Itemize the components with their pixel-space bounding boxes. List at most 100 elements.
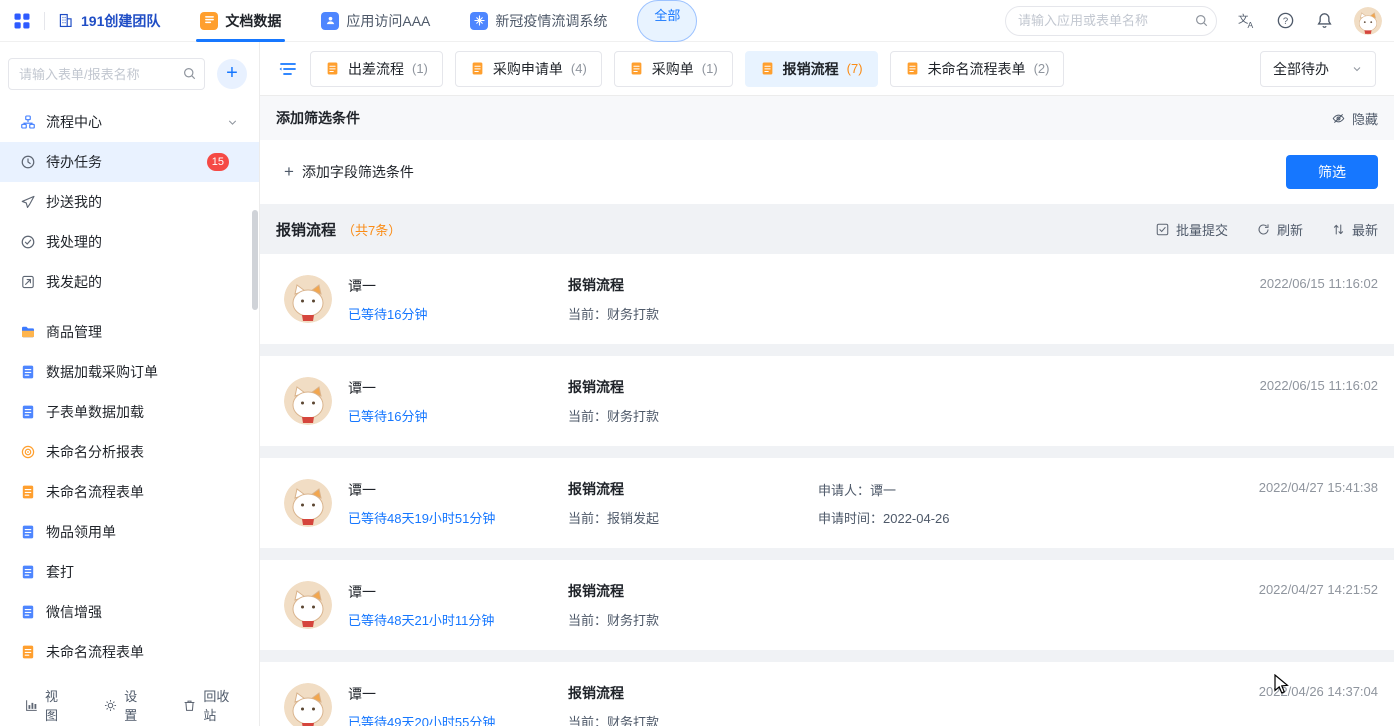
sidebar-item-print-template[interactable]: 套打 xyxy=(0,552,259,592)
top-tab-covid-system[interactable]: 新冠疫情流调系统 xyxy=(450,0,627,42)
recycle-bin-button[interactable]: 回收站 xyxy=(182,686,235,724)
sidebar-item-cc-to-me[interactable]: 抄送我的 xyxy=(0,182,259,222)
waiting-duration: 已等待48天19小时51分钟 xyxy=(348,508,568,527)
sidebar-item-unnamed-analysis-report[interactable]: 未命名分析报表 xyxy=(0,432,259,472)
applicant-name: 谭一 xyxy=(348,378,568,398)
flow-doc-icon xyxy=(629,61,644,76)
extra-apply-time: 申请时间：2022-04-26 xyxy=(818,508,950,527)
sidebar-item-unnamed-flow-form-2[interactable]: 未命名流程表单 xyxy=(0,632,259,672)
form-doc-icon xyxy=(20,524,36,540)
filter-section-header: 添加筛选条件 隐藏 xyxy=(260,96,1394,140)
sidebar-item-label: 数据加载采购订单 xyxy=(46,362,158,382)
sidebar-item-wechat-enhance[interactable]: 微信增强 xyxy=(0,592,259,632)
sidebar-item-goods-management[interactable]: 商品管理 xyxy=(0,312,259,352)
sidebar-group-flow-center[interactable]: 流程中心 xyxy=(0,102,259,142)
form-doc-icon xyxy=(20,604,36,620)
sidebar-scrollbar[interactable] xyxy=(252,210,258,310)
footer-label: 设置 xyxy=(124,686,144,724)
footer-label: 视图 xyxy=(45,686,65,724)
org-chart-icon xyxy=(20,114,36,130)
settings-button[interactable]: 设置 xyxy=(103,686,144,724)
avatar xyxy=(284,479,332,527)
flow-doc-icon xyxy=(905,61,920,76)
chevron-down-icon xyxy=(226,116,239,129)
trash-icon xyxy=(182,698,197,713)
flow-doc-icon xyxy=(20,644,36,660)
tab-purchase-order[interactable]: 采购单 (1) xyxy=(614,51,733,87)
add-filter-field-button[interactable]: + 添加字段筛选条件 xyxy=(284,162,414,182)
tab-business-trip-flow[interactable]: 出差流程 (1) xyxy=(310,51,443,87)
apply-filter-button[interactable]: 筛选 xyxy=(1286,155,1378,189)
refresh-icon xyxy=(1256,222,1271,237)
sidebar-item-handled-by-me[interactable]: 我处理的 xyxy=(0,222,259,262)
checkbox-icon xyxy=(1155,222,1170,237)
translate-icon[interactable]: 文A xyxy=(1237,11,1256,30)
sidebar-item-label: 商品管理 xyxy=(46,322,102,342)
tab-unnamed-flow-form[interactable]: 未命名流程表单 (2) xyxy=(890,51,1065,87)
team-switcher[interactable]: 191创建团队 xyxy=(57,11,160,31)
all-apps-pill[interactable]: 全部 xyxy=(637,0,697,42)
refresh-label: 刷新 xyxy=(1277,220,1303,239)
sidebar-item-label: 未命名分析报表 xyxy=(46,442,144,462)
help-icon[interactable]: ? xyxy=(1276,11,1295,30)
user-avatar[interactable] xyxy=(1354,7,1382,35)
flow-doc-icon xyxy=(325,61,340,76)
gear-icon xyxy=(103,698,118,713)
refresh-button[interactable]: 刷新 xyxy=(1256,220,1303,239)
sidebar-item-label: 我处理的 xyxy=(46,232,102,252)
sidebar: + 流程中心 待办任务 15 抄送我的 我处理的 我发起的 商品管理 数据加载采… xyxy=(0,42,260,726)
top-tab-label: 应用访问AAA xyxy=(346,11,430,31)
current-node: 当前：财务打款 xyxy=(568,406,818,425)
form-doc-icon xyxy=(20,404,36,420)
doc-data-app-icon xyxy=(200,12,218,30)
flow-title: 报销流程 xyxy=(568,377,818,397)
notification-bell-icon[interactable] xyxy=(1315,11,1334,30)
task-card[interactable]: 谭一 已等待49天20小时55分钟 报销流程 当前：财务打款 2022/04/2… xyxy=(260,662,1394,726)
sort-newest-label: 最新 xyxy=(1352,220,1378,239)
applicant-name: 谭一 xyxy=(348,684,568,704)
sort-newest-button[interactable]: 最新 xyxy=(1331,220,1378,239)
flow-title: 报销流程 xyxy=(568,683,818,703)
sidebar-search-input[interactable] xyxy=(8,58,205,90)
waiting-duration: 已等待48天21小时11分钟 xyxy=(348,610,568,629)
filter-panel: + 添加字段筛选条件 筛选 xyxy=(260,140,1394,204)
svg-text:?: ? xyxy=(1283,16,1288,27)
sidebar-item-todo-tasks[interactable]: 待办任务 15 xyxy=(0,142,259,182)
footer-label: 回收站 xyxy=(203,686,235,724)
tab-expense-flow[interactable]: 报销流程 (7) xyxy=(745,51,878,87)
apps-grid-icon[interactable] xyxy=(12,11,32,31)
hide-filter-button[interactable]: 隐藏 xyxy=(1331,109,1378,128)
sidebar-item-label: 抄送我的 xyxy=(46,192,102,212)
waiting-duration: 已等待49天20小时55分钟 xyxy=(348,712,568,726)
list-header: 报销流程 （共7条） 批量提交 刷新 最新 xyxy=(260,204,1394,254)
task-card[interactable]: 谭一 已等待16分钟 报销流程 当前：财务打款 2022/06/15 11:16… xyxy=(260,356,1394,446)
search-icon xyxy=(1194,13,1209,28)
sidebar-search[interactable] xyxy=(8,58,205,90)
add-form-button[interactable]: + xyxy=(217,59,247,89)
sidebar-item-item-requisition[interactable]: 物品领用单 xyxy=(0,512,259,552)
top-tab-app-access[interactable]: 应用访问AAA xyxy=(301,0,450,42)
search-icon xyxy=(182,66,197,81)
eye-off-icon xyxy=(1331,111,1346,126)
task-card[interactable]: 谭一 已等待48天19小时51分钟 报销流程 当前：报销发起 申请人：谭一 申请… xyxy=(260,458,1394,548)
app-access-app-icon xyxy=(321,12,339,30)
status-filter-dropdown[interactable]: 全部待办 xyxy=(1260,51,1376,87)
flow-title: 报销流程 xyxy=(568,275,818,295)
group-label: 流程中心 xyxy=(46,112,102,132)
collapse-panel-icon[interactable] xyxy=(278,59,298,79)
card-main: 报销流程 当前：财务打款 xyxy=(568,377,818,425)
batch-submit-button[interactable]: 批量提交 xyxy=(1155,220,1228,239)
sidebar-item-subform-data-load[interactable]: 子表单数据加载 xyxy=(0,392,259,432)
task-card[interactable]: 谭一 已等待48天21小时11分钟 报销流程 当前：财务打款 2022/04/2… xyxy=(260,560,1394,650)
sidebar-item-initiated-by-me[interactable]: 我发起的 xyxy=(0,262,259,302)
task-card[interactable]: 谭一 已等待16分钟 报销流程 当前：财务打款 2022/06/15 11:16… xyxy=(260,254,1394,344)
global-search[interactable] xyxy=(1005,6,1217,36)
global-search-input[interactable] xyxy=(1018,13,1194,28)
tab-purchase-application[interactable]: 采购申请单 (4) xyxy=(455,51,602,87)
top-app-tabs: 文档数据 应用访问AAA 新冠疫情流调系统 全部 xyxy=(180,0,697,42)
sidebar-item-unnamed-flow-form-1[interactable]: 未命名流程表单 xyxy=(0,472,259,512)
sidebar-item-data-load-purchase-order[interactable]: 数据加载采购订单 xyxy=(0,352,259,392)
card-who: 谭一 已等待48天21小时11分钟 xyxy=(348,582,568,629)
views-button[interactable]: 视图 xyxy=(24,686,65,724)
top-tab-doc-data[interactable]: 文档数据 xyxy=(180,0,301,42)
